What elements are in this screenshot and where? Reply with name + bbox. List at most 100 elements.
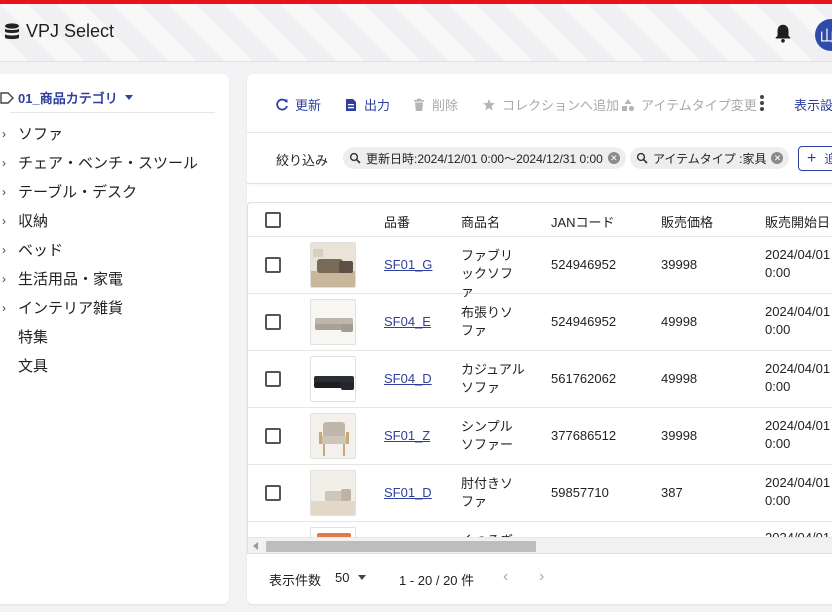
close-icon[interactable]: ✕ <box>607 152 620 164</box>
export-button[interactable]: 出力 <box>344 95 390 114</box>
scrollbar-thumb[interactable] <box>266 541 536 552</box>
start-date: 2024/04/01 <box>765 475 831 490</box>
select-all-checkbox[interactable] <box>265 212 281 228</box>
table-row[interactable]: SF01_D 肘付きソファ 59857710 387 2024/04/01 0:… <box>248 465 832 522</box>
table-row[interactable]: SF04_E 布張りソファ 524946952 49998 2024/04/01… <box>248 294 832 351</box>
divider <box>247 183 832 184</box>
product-name: シンプルソファー <box>461 419 514 452</box>
avatar-initial: 山 <box>819 27 832 45</box>
add-to-collection-label: コレクションへ追加 <box>502 98 620 113</box>
column-header-code[interactable]: 品番 <box>384 212 410 231</box>
sidebar-item-chair[interactable]: › チェア・ベンチ・スツール <box>0 148 198 177</box>
change-item-type-button[interactable]: アイテムタイプ変更 <box>621 95 757 114</box>
refresh-icon <box>276 98 288 110</box>
product-code-link[interactable]: SF01_Z <box>384 428 430 443</box>
star-add-icon <box>483 98 495 110</box>
trash-icon <box>414 98 424 111</box>
category-list: › ソファ › チェア・ベンチ・スツール › テーブル・デスク › 収納 › ベッド › 生… <box>0 119 198 380</box>
product-table: 品番 商品名 JANコード 販売価格 販売開始日 SF01_G ファブリックソフ… <box>247 202 832 554</box>
row-checkbox[interactable] <box>265 371 281 387</box>
user-avatar[interactable]: 山 <box>815 19 832 51</box>
row-checkbox[interactable] <box>265 428 281 444</box>
bell-icon[interactable] <box>772 22 794 44</box>
refresh-button[interactable]: 更新 <box>275 95 321 114</box>
sidebar-item-label: インテリア雑貨 <box>18 300 124 317</box>
horizontal-scrollbar[interactable] <box>248 537 832 553</box>
scroll-left-icon[interactable] <box>253 542 258 550</box>
table-row[interactable]: SF01_Z シンプルソファー 377686512 39998 2024/04/… <box>248 408 832 465</box>
sidebar-item-feature[interactable]: 特集 <box>0 322 198 351</box>
divider <box>10 112 215 113</box>
delete-button[interactable]: 削除 <box>412 95 458 114</box>
table-header: 品番 商品名 JANコード 販売価格 販売開始日 <box>248 203 832 237</box>
chevron-right-icon: › <box>2 242 6 257</box>
product-code-link[interactable]: SF01_G <box>384 257 432 272</box>
shapes-icon <box>622 98 635 111</box>
tag-icon <box>0 91 14 104</box>
display-settings-label: 表示設 <box>794 98 832 113</box>
product-thumbnail <box>310 299 356 345</box>
column-header-price[interactable]: 販売価格 <box>661 212 713 231</box>
chevron-right-icon: › <box>2 126 6 141</box>
add-to-collection-button[interactable]: コレクションへ追加 <box>482 95 619 114</box>
product-thumbnail <box>310 242 356 288</box>
column-header-name[interactable]: 商品名 <box>461 212 500 231</box>
product-list-panel: 更新 出力 削除 コレクションへ追加 アイテムタイプ変更 表示設 絞り込み 更新… <box>247 74 832 604</box>
sidebar-item-label: テーブル・デスク <box>18 184 138 201</box>
product-name: 布張りソファ <box>461 305 514 338</box>
document-icon <box>346 98 356 111</box>
filter-chip-label: アイテムタイプ :家具 <box>653 151 767 166</box>
per-page-select[interactable]: 50 <box>335 570 367 585</box>
brand[interactable]: VPJ Select <box>4 21 114 42</box>
jan-code: 524946952 <box>551 257 617 272</box>
add-filter-button[interactable]: + 追 <box>798 146 832 171</box>
sidebar-item-household[interactable]: › 生活用品・家電 <box>0 264 198 293</box>
per-page-value: 50 <box>335 570 350 585</box>
row-checkbox[interactable] <box>265 314 281 330</box>
sidebar-item-stationery[interactable]: 文具 <box>0 351 198 380</box>
prev-page-icon[interactable]: ‹ <box>503 568 508 586</box>
product-code-link[interactable]: SF01_D <box>384 485 432 500</box>
row-checkbox[interactable] <box>265 257 281 273</box>
chevron-down-icon <box>358 575 367 580</box>
sidebar-item-label: ソファ <box>18 126 64 143</box>
filter-chip-item-type[interactable]: アイテムタイプ :家具 ✕ <box>630 147 790 169</box>
jan-code: 377686512 <box>551 428 617 443</box>
filter-label: 絞り込み <box>276 153 329 168</box>
sidebar-item-storage[interactable]: › 収納 <box>0 206 198 235</box>
per-page-label: 表示件数 <box>269 573 322 588</box>
next-page-icon[interactable]: › <box>539 568 544 586</box>
product-code-link[interactable]: SF04_D <box>384 371 432 386</box>
column-header-start-date[interactable]: 販売開始日 <box>765 212 830 231</box>
table-row[interactable]: SF04_D カジュアルソファ 561762062 49998 2024/04/… <box>248 351 832 408</box>
start-time: 0:00 <box>765 322 791 337</box>
row-checkbox[interactable] <box>265 485 281 501</box>
sidebar-item-table[interactable]: › テーブル・デスク <box>0 177 198 206</box>
chevron-right-icon: › <box>2 184 6 199</box>
app-title: VPJ Select <box>26 21 115 41</box>
sidebar-item-label: ベッド <box>18 242 64 259</box>
display-settings-button[interactable]: 表示設 <box>794 95 832 114</box>
start-date: 2024/04/01 <box>765 304 831 319</box>
product-thumbnail <box>310 356 356 402</box>
chevron-down-icon <box>124 95 133 100</box>
column-header-jan[interactable]: JANコード <box>551 212 615 231</box>
product-name: 肘付きソファ <box>461 476 514 509</box>
filter-chip-updated-date[interactable]: 更新日時:2024/12/01 0:00〜2024/12/31 0:00 ✕ <box>343 147 626 169</box>
category-selector-label: 01_商品カテゴリ <box>18 91 118 106</box>
category-selector[interactable]: 01_商品カテゴリ <box>0 88 133 107</box>
start-date: 2024/04/01 <box>765 361 831 376</box>
table-row[interactable]: SF01_G ファブリックソファ 524946952 39998 2024/04… <box>248 237 832 299</box>
price: 39998 <box>661 428 698 443</box>
sidebar-item-interior[interactable]: › インテリア雑貨 <box>0 293 198 322</box>
more-vert-icon[interactable] <box>759 95 765 111</box>
jan-code: 59857710 <box>551 485 609 500</box>
sidebar-item-sofa[interactable]: › ソファ <box>0 119 198 148</box>
close-icon[interactable]: ✕ <box>771 152 784 164</box>
sidebar-item-label: 収納 <box>18 213 49 230</box>
jan-code: 524946952 <box>551 314 617 329</box>
product-code-link[interactable]: SF04_E <box>384 314 431 329</box>
chevron-right-icon: › <box>2 271 6 286</box>
pagination: 表示件数 50 1 - 20 / 20 件 ‹ › <box>247 554 832 604</box>
sidebar-item-bed[interactable]: › ベッド <box>0 235 198 264</box>
